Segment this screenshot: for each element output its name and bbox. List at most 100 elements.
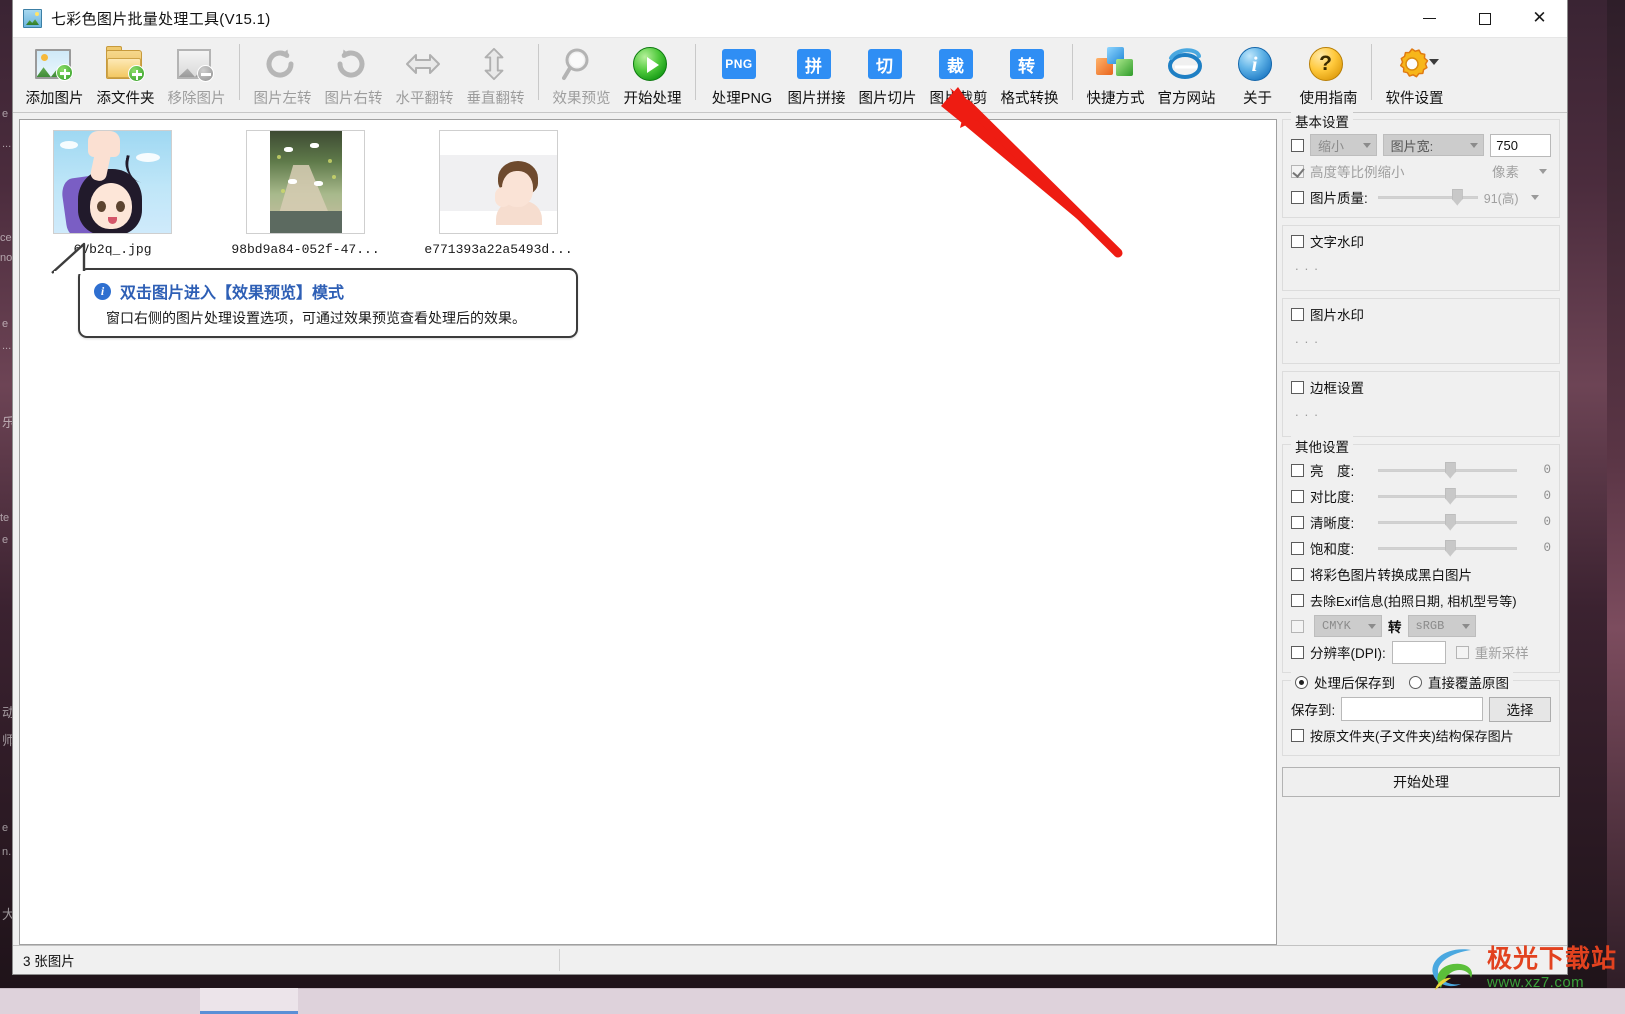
toolbar-button-add-folder[interactable]: 添文件夹 — [90, 38, 161, 110]
save-path-input[interactable] — [1341, 697, 1483, 721]
sharpness-slider[interactable] — [1378, 513, 1517, 531]
toolbar-label: 图片切片 — [858, 91, 917, 107]
add-folder-icon — [105, 44, 146, 84]
toolbar-button-user-guide[interactable]: ? 使用指南 — [1293, 38, 1364, 110]
hint-callout: i 双击图片进入【效果预览】模式 窗口右侧的图片处理设置选项，可通过效果预览查看… — [78, 268, 578, 338]
taskbar-item[interactable] — [0, 988, 100, 1014]
toolbar-button-official-site[interactable]: 官方网站 — [1151, 38, 1222, 110]
colorspace-checkbox[interactable] — [1291, 619, 1304, 633]
border-checkbox[interactable] — [1291, 380, 1304, 394]
toolbar-button-flip-horizontal[interactable]: 水平翻转 — [389, 38, 460, 110]
sharpness-checkbox[interactable] — [1291, 515, 1304, 529]
resize-value-text: 750 — [1496, 137, 1518, 153]
convert-glyph: 转 — [1009, 49, 1044, 79]
content-area: 6Vb2q_.jpg 98bd9a84-052f-47... e771393a2… — [13, 111, 1567, 945]
group-basic-settings: 基本设置 缩小 图片宽: 750 高度等比例缩小 像素 图片质量: 91(高) — [1282, 111, 1560, 218]
save-to-radio[interactable] — [1295, 675, 1308, 689]
dpi-label: 分辨率(DPI): — [1310, 646, 1386, 661]
grayscale-checkbox[interactable] — [1291, 567, 1304, 581]
keep-ratio-checkbox[interactable] — [1291, 164, 1304, 178]
text-watermark-checkbox[interactable] — [1291, 234, 1304, 248]
file-list-panel[interactable]: 6Vb2q_.jpg 98bd9a84-052f-47... e771393a2… — [19, 119, 1277, 945]
bg-text-fragment: e — [2, 318, 9, 330]
toolbar-label: 水平翻转 — [395, 91, 454, 107]
title-bar[interactable]: 七彩色图片批量处理工具(V15.1) ✕ — [13, 0, 1567, 38]
taskbar-item-active[interactable] — [200, 988, 298, 1014]
thumbnail-item[interactable]: 6Vb2q_.jpg — [42, 130, 183, 257]
convert-badge-icon: 转 — [1009, 44, 1050, 84]
save-to-radio-label: 处理后保存到 — [1314, 676, 1395, 691]
colorspace-arrow-label: 转 — [1388, 620, 1402, 635]
overwrite-radio[interactable] — [1409, 675, 1422, 689]
remove-exif-checkbox[interactable] — [1291, 593, 1304, 607]
thumbnail-item[interactable]: 98bd9a84-052f-47... — [231, 130, 380, 257]
toolbar-button-add-image[interactable]: 添加图片 — [19, 38, 90, 110]
dpi-input[interactable] — [1391, 640, 1446, 664]
flip-horizontal-icon — [405, 44, 445, 84]
minimize-button[interactable] — [1402, 0, 1457, 38]
toolbar-button-start-process[interactable]: 开始处理 — [617, 38, 688, 110]
thumbnail-item[interactable]: e771393a22a5493d... — [424, 130, 573, 257]
image-watermark-checkbox[interactable] — [1291, 307, 1304, 321]
saturation-checkbox[interactable] — [1291, 541, 1304, 555]
toolbar-button-remove-image[interactable]: 移除图片 — [161, 38, 232, 110]
taskbar[interactable] — [0, 988, 1625, 1014]
maximize-icon — [1478, 12, 1491, 25]
toolbar-button-rotate-left[interactable]: 图片左转 — [247, 38, 318, 110]
toolbar-button-process-png[interactable]: PNG 处理PNG — [703, 38, 781, 110]
toolbar-button-format-convert[interactable]: 转 格式转换 — [994, 38, 1065, 110]
toolbar-button-flip-vertical[interactable]: 垂直翻转 — [460, 38, 531, 110]
thumbnail-image[interactable] — [246, 130, 365, 234]
colorspace-to-value: sRGB — [1415, 619, 1445, 633]
sharpness-label: 清晰度: — [1310, 516, 1355, 531]
maximize-button[interactable] — [1457, 0, 1512, 38]
toolbar-button-preview[interactable]: 效果预览 — [546, 38, 617, 110]
browse-button[interactable]: 选择 — [1489, 696, 1551, 722]
dpi-checkbox[interactable] — [1291, 645, 1304, 659]
resample-checkbox[interactable] — [1455, 645, 1469, 659]
toolbar-button-rotate-right[interactable]: 图片右转 — [318, 38, 389, 110]
toolbar-label: 处理PNG — [711, 91, 773, 107]
contrast-checkbox[interactable] — [1291, 489, 1304, 503]
start-process-button[interactable]: 开始处理 — [1282, 767, 1560, 797]
toolbar-button-shortcut[interactable]: 快捷方式 — [1080, 38, 1151, 110]
resize-value-input[interactable]: 750 — [1490, 133, 1552, 157]
toolbar-button-stitch[interactable]: 拼 图片拼接 — [781, 38, 852, 110]
close-button[interactable]: ✕ — [1512, 0, 1567, 38]
chevron-down-icon[interactable] — [1530, 194, 1539, 200]
thumbnail-image[interactable] — [53, 130, 172, 234]
picture-icon — [23, 9, 42, 28]
rotate-left-icon — [263, 44, 303, 84]
toolbar-button-about[interactable]: i 关于 — [1222, 38, 1293, 110]
resample-label: 重新采样 — [1474, 646, 1529, 661]
colorspace-from-select[interactable]: CMYK — [1314, 615, 1382, 637]
resize-checkbox[interactable] — [1291, 138, 1304, 152]
taskbar-item[interactable] — [100, 988, 200, 1014]
resize-dimension-select[interactable]: 图片宽: — [1382, 134, 1485, 156]
toolbar-button-software-settings[interactable]: 软件设置 — [1379, 38, 1450, 110]
callout-tail — [51, 242, 88, 274]
resize-mode-select[interactable]: 缩小 — [1310, 134, 1377, 156]
thumbnail-image[interactable] — [439, 130, 558, 234]
border-label: 边框设置 — [1310, 377, 1368, 397]
contrast-slider[interactable] — [1378, 487, 1517, 505]
toolbar-button-slice[interactable]: 切 图片切片 — [852, 38, 923, 110]
keep-structure-checkbox[interactable] — [1291, 728, 1304, 742]
colorspace-to-select[interactable]: sRGB — [1407, 615, 1476, 637]
bg-text-fragment: e — [2, 108, 9, 120]
quality-slider[interactable] — [1377, 188, 1478, 206]
brightness-slider[interactable] — [1378, 461, 1517, 479]
group-border-settings: 边框设置 ... — [1282, 371, 1560, 437]
quality-checkbox[interactable] — [1291, 190, 1304, 204]
brightness-checkbox[interactable] — [1291, 463, 1304, 477]
group-output: 处理后保存到 直接覆盖原图 保存到: 选择 按原文件夹(子文件夹)结构保存图片 — [1282, 672, 1560, 756]
toolbar-button-crop[interactable]: 裁 图片裁剪 — [923, 38, 994, 110]
border-placeholder: ... — [1295, 404, 1324, 419]
row-remove-exif: 去除Exif信息(拍照日期, 相机型号等) — [1291, 587, 1551, 613]
toolbar-label: 移除图片 — [167, 91, 226, 107]
close-icon: ✕ — [1532, 8, 1547, 28]
chevron-down-icon[interactable] — [1539, 168, 1547, 174]
saturation-slider[interactable] — [1378, 539, 1517, 557]
toolbar-label: 开始处理 — [623, 91, 682, 107]
chevron-down-icon[interactable] — [1428, 59, 1439, 65]
